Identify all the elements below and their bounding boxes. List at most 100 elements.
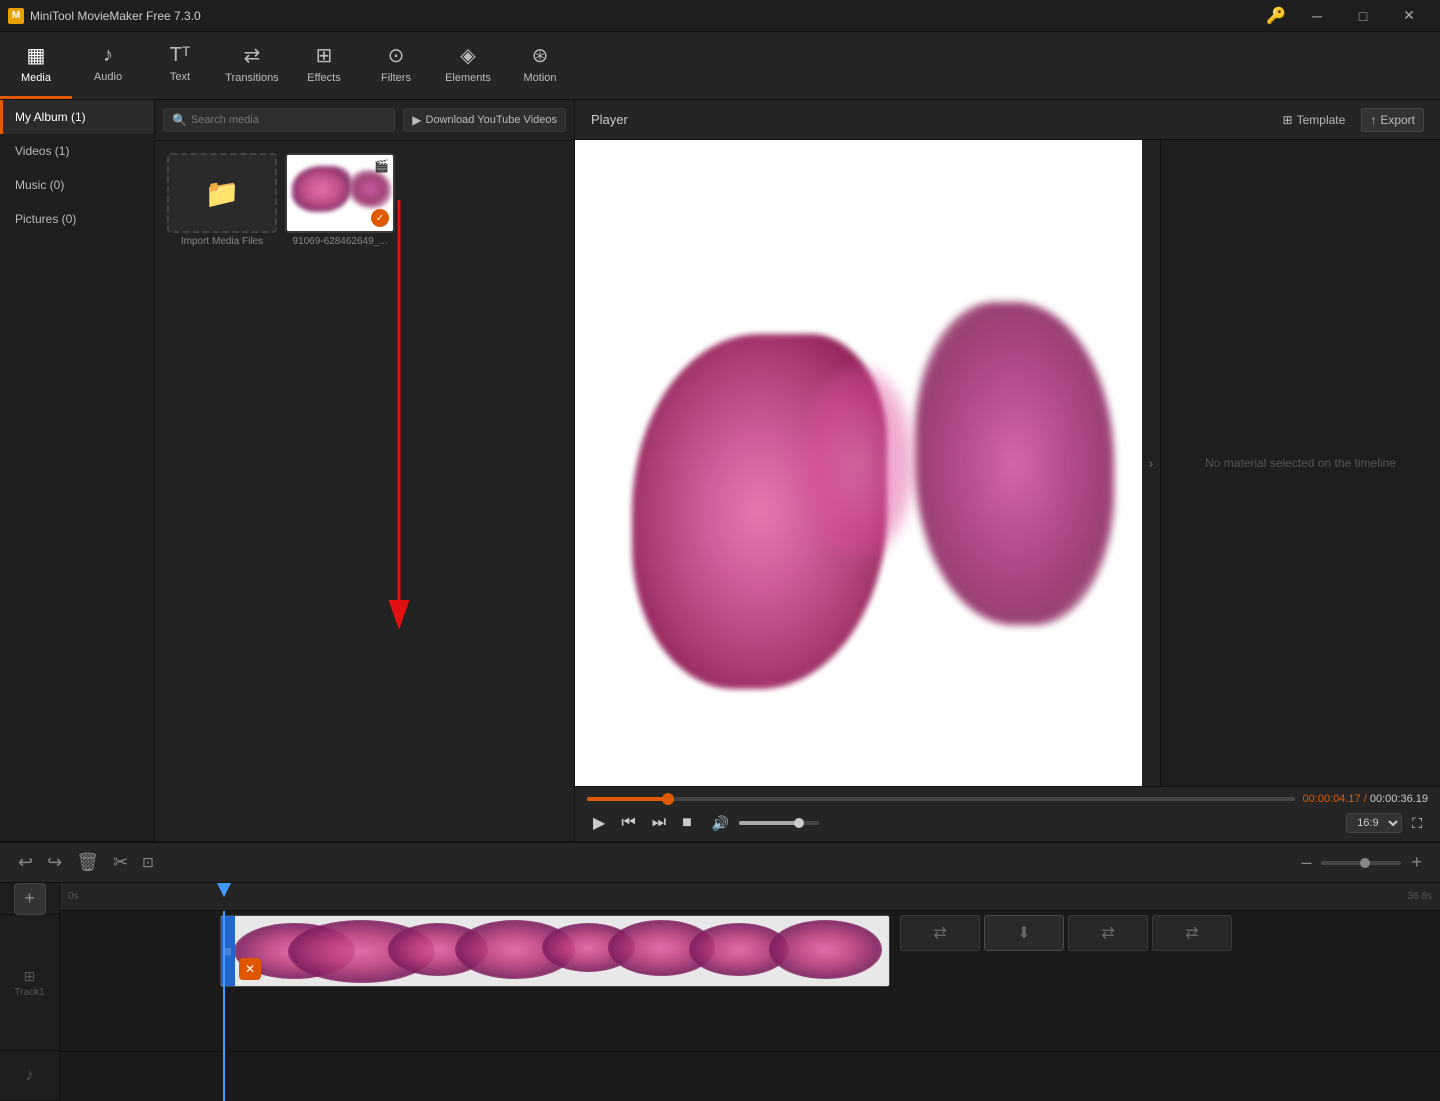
main-area: My Album (1) Videos (1) Music (0) Pictur… — [0, 100, 1440, 841]
import-label: Import Media Files — [181, 236, 263, 247]
zoom-out-button[interactable]: – — [1295, 848, 1317, 877]
toolbar-audio-label: Audio — [94, 71, 122, 83]
minimize-button[interactable]: ─ — [1294, 0, 1340, 32]
sidebar-item-pictures[interactable]: Pictures (0) — [0, 202, 154, 236]
toolbar-audio[interactable]: ♪ Audio — [72, 32, 144, 99]
add-track-button[interactable]: + — [14, 883, 46, 915]
timeline-labels: + ⊞ Track1 ♪ — [0, 883, 60, 1101]
stop-button[interactable]: ■ — [676, 812, 698, 834]
toolbar-motion-label: Motion — [523, 72, 556, 84]
audio-label-row: ♪ — [0, 1051, 59, 1101]
no-material-panel: No material selected on the timeline — [1160, 140, 1440, 786]
download-youtube-button[interactable]: ▶ Download YouTube Videos — [403, 108, 566, 132]
toolbar-effects[interactable]: ⊞ Effects — [288, 32, 360, 99]
video-file-label: 91069-628462649_... — [292, 236, 387, 247]
video-file-item[interactable]: 🎬 ✓ 91069-628462649_... — [285, 153, 395, 247]
zoom-handle[interactable] — [1360, 858, 1370, 868]
toolbar-elements[interactable]: ◈ Elements — [432, 32, 504, 99]
export-button[interactable]: ↑ Export — [1361, 108, 1424, 132]
template-icon: ⊞ — [1283, 113, 1293, 127]
elements-icon: ◈ — [460, 43, 475, 68]
search-input[interactable] — [191, 114, 386, 126]
toolbar-media[interactable]: ▦ Media — [0, 32, 72, 99]
import-item[interactable]: 📁 Import Media Files — [167, 153, 277, 247]
playhead-triangle — [217, 883, 231, 897]
toolbar-media-label: Media — [21, 72, 51, 84]
ruler-start: 0s — [68, 891, 79, 902]
timeline-tracks: + ⊞ Track1 ♪ 0s 36.8s — [0, 883, 1440, 1101]
youtube-icon: ▶ — [412, 113, 421, 127]
ruler-playhead — [217, 883, 231, 897]
track-action-1[interactable]: ⇄ — [900, 915, 980, 951]
play-button[interactable]: ▶ — [587, 811, 611, 835]
timeline-ruler: 0s 36.8s — [60, 883, 1440, 911]
search-wrap[interactable]: 🔍 — [163, 108, 395, 132]
player-expand-button[interactable]: › — [1142, 140, 1160, 786]
audio-track — [60, 1051, 1440, 1101]
folder-icon: 📁 — [205, 177, 240, 210]
track-action-3[interactable]: ⇄ — [1068, 915, 1148, 951]
track1-label: Track1 — [14, 987, 44, 998]
track1-label-row: ⊞ Track1 — [0, 915, 59, 1051]
no-material-text: No material selected on the timeline — [1205, 456, 1396, 470]
toolbar-transitions-label: Transitions — [225, 72, 278, 84]
progress-bar[interactable] — [587, 797, 1295, 801]
search-icon: 🔍 — [172, 113, 187, 127]
timeline-toolbar: ↩ ↪ 🗑 ✂ ⊡ – + — [0, 843, 1440, 883]
clip-badge: ✕ — [239, 958, 261, 980]
zoom-in-button[interactable]: + — [1405, 848, 1428, 877]
skip-back-button[interactable]: ⏮ — [615, 812, 641, 834]
clip-left-handle[interactable]: ||| — [221, 916, 235, 986]
toolbar-motion[interactable]: ⊛ Motion — [504, 32, 576, 99]
maximize-button[interactable]: □ — [1340, 0, 1386, 32]
close-button[interactable]: ✕ — [1386, 0, 1432, 32]
time-display: 00:00:04.17 / 00:00:36.19 — [1303, 793, 1428, 805]
toolbar-filters-label: Filters — [381, 72, 411, 84]
delete-button[interactable]: 🗑 — [70, 848, 105, 877]
volume-bar[interactable] — [739, 821, 819, 825]
player-actions: ⊞ Template ↑ Export — [1275, 108, 1424, 132]
current-time: 00:00:04.17 — [1303, 793, 1361, 805]
export-label: Export — [1380, 113, 1415, 127]
player-header: Player ⊞ Template ↑ Export — [575, 100, 1440, 140]
fullscreen-button[interactable]: ⛶ — [1406, 813, 1428, 834]
video-thumb[interactable]: 🎬 ✓ — [285, 153, 395, 233]
media-icon: ▦ — [27, 43, 46, 68]
media-grid: 📁 Import Media Files 🎬 ✓ 91069-628462649… — [155, 141, 574, 841]
skip-forward-button[interactable]: ⏭ — [646, 812, 672, 834]
video-display — [575, 140, 1142, 786]
toolbar-text-label: Text — [170, 71, 190, 83]
smoke-center-visual — [802, 366, 915, 560]
sidebar-item-music[interactable]: Music (0) — [0, 168, 154, 202]
toolbar-filters[interactable]: ⊙ Filters — [360, 32, 432, 99]
progress-fill — [587, 797, 668, 801]
track-actions: ⇄ ⬇ ⇄ ⇄ — [900, 915, 1232, 951]
toolbar-transitions[interactable]: ⇄ Transitions — [216, 32, 288, 99]
redo-button[interactable]: ↪ — [41, 848, 68, 877]
toolbar-text[interactable]: Tᵀ Text — [144, 32, 216, 99]
player-area: Player ⊞ Template ↑ Export — [575, 100, 1440, 841]
text-icon: Tᵀ — [170, 44, 191, 67]
crop-button[interactable]: ⊡ — [136, 848, 160, 877]
progress-handle[interactable] — [662, 793, 674, 805]
zoom-bar[interactable] — [1321, 861, 1401, 865]
export-icon: ↑ — [1370, 113, 1376, 127]
track-action-2[interactable]: ⬇ — [984, 915, 1064, 951]
clip-visual — [221, 916, 889, 986]
track-action-4[interactable]: ⇄ — [1152, 915, 1232, 951]
template-button[interactable]: ⊞ Template — [1275, 108, 1354, 132]
aspect-ratio-select[interactable]: 16:9 9:16 4:3 1:1 — [1346, 813, 1402, 833]
sidebar: My Album (1) Videos (1) Music (0) Pictur… — [0, 100, 155, 841]
undo-button[interactable]: ↩ — [12, 848, 39, 877]
volume-handle[interactable] — [794, 818, 804, 828]
import-thumb[interactable]: 📁 — [167, 153, 277, 233]
volume-button[interactable]: 🔊 — [706, 813, 735, 834]
sidebar-item-my-album[interactable]: My Album (1) — [0, 100, 154, 134]
cut-button[interactable]: ✂ — [107, 848, 134, 877]
motion-icon: ⊛ — [532, 43, 549, 68]
ruler-end: 36.8s — [1408, 891, 1432, 902]
filters-icon: ⊙ — [388, 43, 405, 68]
video-clip[interactable]: ||| ✕ — [220, 915, 890, 987]
blob8 — [769, 920, 883, 980]
sidebar-item-videos[interactable]: Videos (1) — [0, 134, 154, 168]
